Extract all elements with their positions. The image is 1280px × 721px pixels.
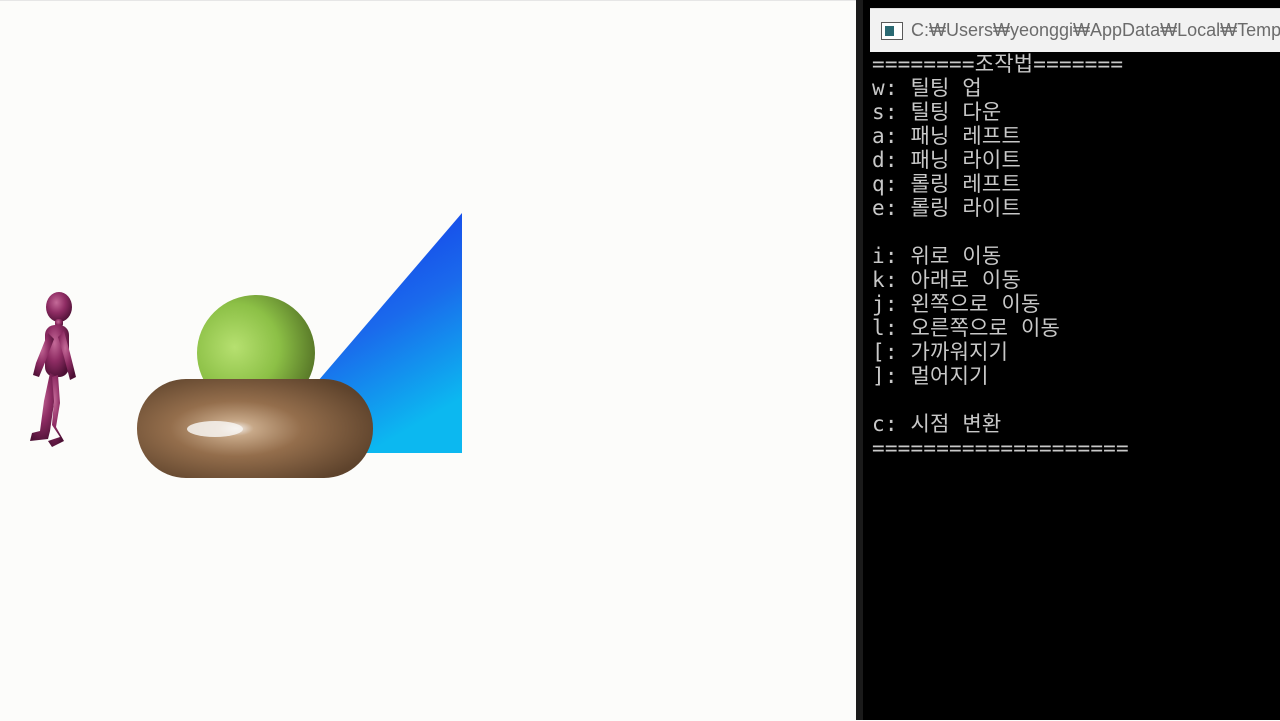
walking-figure-object	[30, 292, 76, 447]
console-window[interactable]: C:₩Users₩yeonggi₩AppData₩Local₩Temp₩B ==…	[856, 0, 1280, 720]
console-line: q: 롤링 레프트	[872, 172, 1021, 196]
console-line: s: 틸팅 다운	[872, 100, 1002, 124]
console-line: ====================	[872, 436, 1129, 460]
console-line: a: 패닝 레프트	[872, 124, 1021, 148]
console-title-bar[interactable]: C:₩Users₩yeonggi₩AppData₩Local₩Temp₩B	[870, 8, 1280, 52]
console-line: k: 아래로 이동	[872, 268, 1021, 292]
console-line: e: 롤링 라이트	[872, 196, 1021, 220]
console-title-text: C:₩Users₩yeonggi₩AppData₩Local₩Temp₩B	[911, 20, 1280, 40]
console-line: [: 가까워지기	[872, 340, 1009, 364]
console-line: ]: 멀어지기	[872, 364, 989, 388]
console-line: i: 위로 이동	[872, 244, 1002, 268]
console-app-icon	[881, 21, 903, 40]
console-line: l: 오른쪽으로 이동	[872, 316, 1061, 340]
console-line: d: 패닝 라이트	[872, 148, 1021, 172]
scene-canvas	[30, 213, 462, 478]
console-line: c: 시점 변환	[872, 412, 1002, 436]
console-line: w: 틸팅 업	[872, 76, 982, 100]
console-line: j: 왼쪽으로 이동	[872, 292, 1041, 316]
opengl-render-view[interactable]	[0, 0, 856, 720]
console-line: ========조작법=======	[872, 52, 1124, 76]
console-output[interactable]: ========조작법======= w: 틸팅 업 s: 틸팅 다운 a: 패…	[870, 52, 1280, 720]
brown-torus-object	[137, 379, 373, 478]
